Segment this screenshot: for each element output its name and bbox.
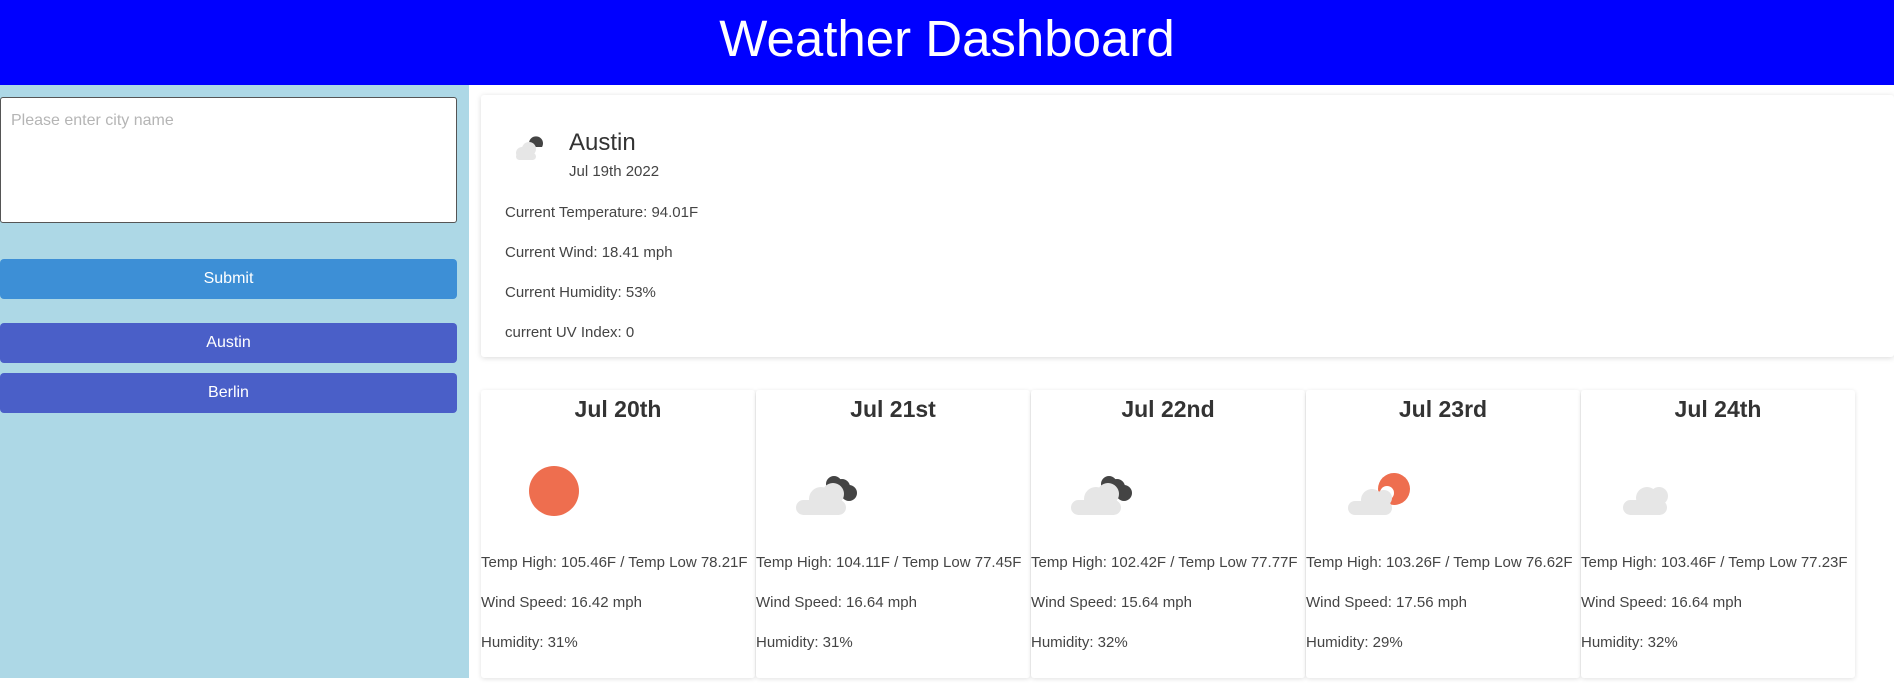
forecast-temp: Temp High: 103.46F / Temp Low 77.23F (1581, 554, 1848, 571)
history-button-austin[interactable]: Austin (0, 323, 457, 363)
header: Weather Dashboard (0, 0, 1894, 85)
forecast-card: Jul 22nd Temp High: 102.42F / Temp Low 7… (1031, 390, 1305, 678)
forecast-wind: Wind Speed: 16.64 mph (1581, 594, 1742, 611)
sidebar: Submit Austin Berlin (0, 85, 469, 678)
forecast-date: Jul 22nd (1121, 396, 1215, 422)
forecast-wind: Wind Speed: 15.64 mph (1031, 594, 1192, 611)
current-uv-index: current UV Index: 0 (505, 324, 635, 341)
current-date: Jul 19th 2022 (569, 163, 660, 180)
current-city-name: Austin (569, 129, 636, 156)
history-button-berlin[interactable]: Berlin (0, 373, 457, 413)
forecast-date: Jul 24th (1674, 396, 1762, 422)
forecast-wind: Wind Speed: 16.42 mph (481, 594, 642, 611)
forecast-temp: Temp High: 103.26F / Temp Low 76.62F (1306, 554, 1573, 571)
current-weather-card: Austin Jul 19th 2022 Current Temperature… (481, 95, 1894, 357)
sun-icon (529, 466, 579, 516)
current-wind: Current Wind: 18.41 mph (505, 244, 673, 261)
forecast-date: Jul 21st (850, 396, 936, 422)
layout: Submit Austin Berlin Austin Jul 19th 202… (0, 85, 1894, 689)
city-search-input[interactable] (0, 97, 457, 223)
submit-button[interactable]: Submit (0, 259, 457, 299)
cloud-icon (1623, 487, 1668, 515)
forecast-temp: Temp High: 104.11F / Temp Low 77.45F (756, 554, 1022, 571)
partly-cloudy-sun-icon (1348, 473, 1410, 515)
forecast-humidity: Humidity: 31% (481, 634, 578, 651)
current-humidity: Current Humidity: 53% (505, 284, 656, 301)
forecast-card: Jul 21st Temp High: 104.11F / Temp Low 7… (756, 390, 1030, 678)
forecast-wind: Wind Speed: 16.64 mph (756, 594, 917, 611)
cloudy-night-icon (1071, 476, 1132, 515)
partly-cloudy-night-icon (516, 136, 543, 160)
current-temperature: Current Temperature: 94.01F (505, 204, 699, 221)
forecast-temp: Temp High: 102.42F / Temp Low 77.77F (1031, 554, 1298, 571)
forecast-humidity: Humidity: 31% (756, 634, 853, 651)
forecast-wind: Wind Speed: 17.56 mph (1306, 594, 1467, 611)
forecast-humidity: Humidity: 29% (1306, 634, 1403, 651)
cloudy-night-icon (796, 476, 857, 515)
forecast-humidity: Humidity: 32% (1031, 634, 1128, 651)
forecast-date: Jul 20th (574, 396, 662, 422)
forecast-card: Jul 24th Temp High: 103.46F / Temp Low 7… (1581, 390, 1855, 678)
forecast-card: Jul 20th Temp High: 105.46F / Temp Low 7… (481, 390, 755, 678)
forecast-temp: Temp High: 105.46F / Temp Low 78.21F (481, 554, 748, 571)
forecast-date: Jul 23rd (1398, 396, 1488, 422)
forecast-card: Jul 23rd Temp High: 103.26F / Temp Low 7… (1306, 390, 1580, 678)
page-title: Weather Dashboard (719, 10, 1175, 67)
forecast-humidity: Humidity: 32% (1581, 634, 1678, 651)
